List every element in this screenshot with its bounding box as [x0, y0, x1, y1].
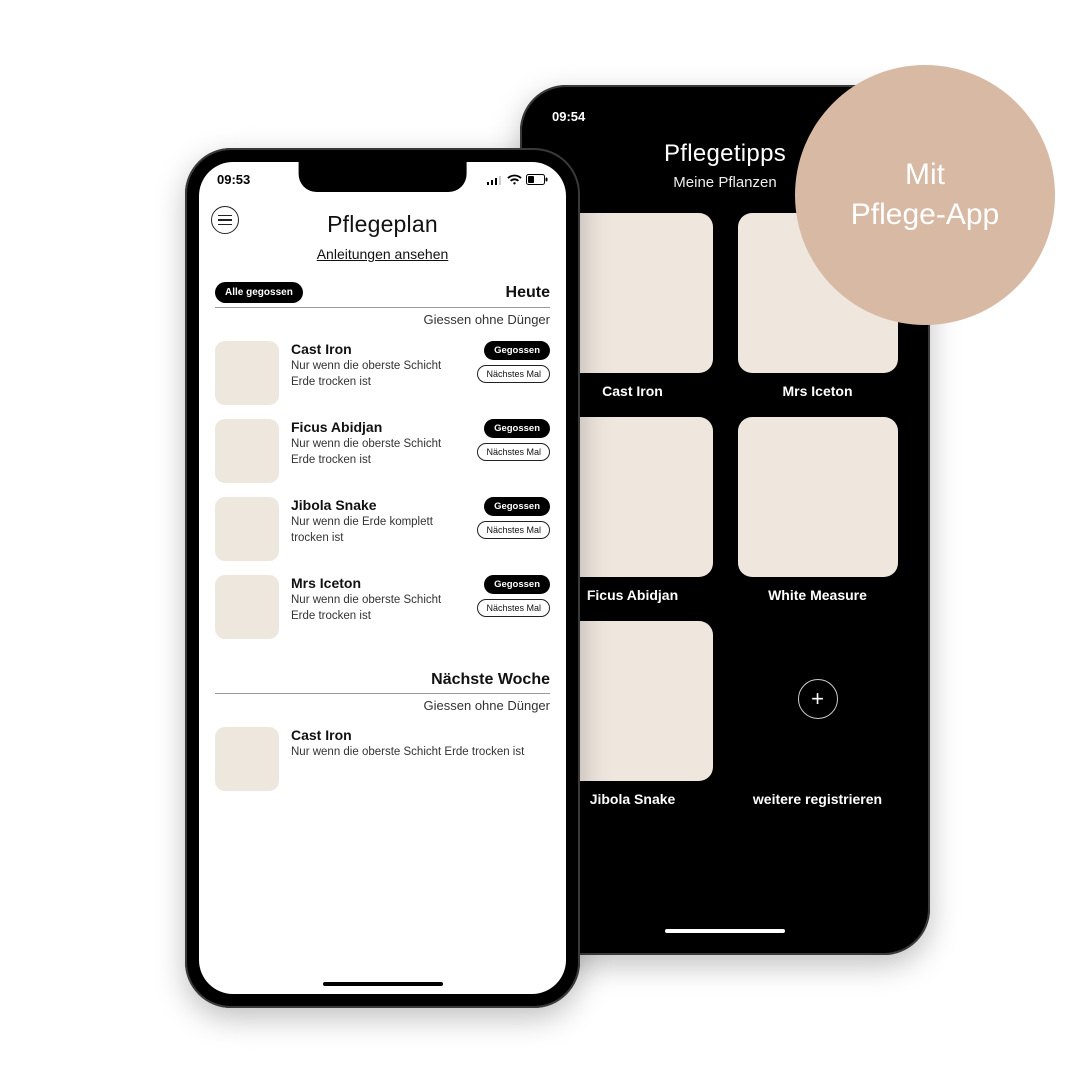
section-subtitle: Giessen ohne Dünger: [215, 698, 550, 713]
schedule-row: Jibola Snake Nur wenn die Erde komplett …: [215, 497, 550, 561]
plant-desc: Nur wenn die Erde komplett trocken ist: [291, 515, 465, 546]
plant-label: Jibola Snake: [590, 791, 676, 807]
plant-name: Cast Iron: [291, 727, 550, 743]
plant-label: Mrs Iceton: [782, 383, 852, 399]
promo-badge: Mit Pflege-App: [795, 65, 1055, 325]
plant-name: Ficus Abidjan: [291, 419, 465, 435]
plant-thumb[interactable]: [215, 727, 279, 791]
watered-button[interactable]: Gegossen: [484, 497, 550, 516]
plant-grid: Cast Iron Mrs Iceton Ficus Abidjan White…: [550, 213, 900, 807]
skip-button[interactable]: Nächstes Mal: [477, 365, 550, 383]
home-indicator[interactable]: [665, 929, 785, 933]
plant-label: Ficus Abidjan: [587, 587, 678, 603]
signal-icon: [487, 175, 503, 185]
section-next-head: Nächste Woche: [215, 671, 550, 689]
clock: 09:53: [217, 172, 250, 187]
menu-button[interactable]: [211, 206, 239, 234]
badge-line2: Pflege-App: [851, 198, 999, 231]
section-title: Nächste Woche: [431, 671, 550, 689]
plant-label: White Measure: [768, 587, 867, 603]
plant-tile[interactable]: White Measure: [735, 417, 900, 603]
page-title: Pflegeplan: [215, 211, 550, 238]
plant-thumb[interactable]: [215, 497, 279, 561]
plus-icon: +: [798, 679, 838, 719]
skip-button[interactable]: Nächstes Mal: [477, 521, 550, 539]
plant-thumb[interactable]: [215, 575, 279, 639]
divider: [215, 693, 550, 694]
plant-desc: Nur wenn die oberste Schicht Erde trocke…: [291, 359, 465, 390]
add-plant-tile[interactable]: + weitere registrieren: [735, 621, 900, 807]
plant-thumb[interactable]: [215, 419, 279, 483]
plant-name: Mrs Iceton: [291, 575, 465, 591]
status-icons: [487, 174, 548, 185]
add-plant-thumb: +: [738, 621, 898, 781]
plant-name: Jibola Snake: [291, 497, 465, 513]
section-subtitle: Giessen ohne Dünger: [215, 312, 550, 327]
watered-button[interactable]: Gegossen: [484, 575, 550, 594]
watered-button[interactable]: Gegossen: [484, 341, 550, 360]
skip-button[interactable]: Nächstes Mal: [477, 443, 550, 461]
clock: 09:54: [552, 109, 585, 124]
skip-button[interactable]: Nächstes Mal: [477, 599, 550, 617]
phone-schedule: 09:53 Pflegeplan Anleitungen ansehen All…: [185, 148, 580, 1008]
plant-name: Cast Iron: [291, 341, 465, 357]
plant-label: Cast Iron: [602, 383, 663, 399]
plant-thumb[interactable]: [215, 341, 279, 405]
schedule-row: Ficus Abidjan Nur wenn die oberste Schic…: [215, 419, 550, 483]
schedule-row: Cast Iron Nur wenn die oberste Schicht E…: [215, 727, 550, 791]
watered-all-chip[interactable]: Alle gegossen: [215, 282, 303, 303]
divider: [215, 307, 550, 308]
instructions-link[interactable]: Anleitungen ansehen: [215, 246, 550, 262]
wifi-icon: [507, 174, 522, 185]
add-plant-label: weitere registrieren: [753, 791, 882, 807]
plant-desc: Nur wenn die oberste Schicht Erde trocke…: [291, 437, 465, 468]
plant-desc: Nur wenn die oberste Schicht Erde trocke…: [291, 745, 550, 761]
notch: [298, 162, 467, 192]
watered-button[interactable]: Gegossen: [484, 419, 550, 438]
battery-icon: [526, 174, 548, 185]
schedule-row: Cast Iron Nur wenn die oberste Schicht E…: [215, 341, 550, 405]
schedule-row: Mrs Iceton Nur wenn die oberste Schicht …: [215, 575, 550, 639]
notch: [637, 99, 813, 129]
section-title: Heute: [506, 284, 550, 302]
plant-thumb: [738, 417, 898, 577]
badge-line1: Mit: [905, 158, 945, 191]
home-indicator[interactable]: [323, 982, 443, 986]
section-today-head: Alle gegossen Heute: [215, 282, 550, 303]
plant-desc: Nur wenn die oberste Schicht Erde trocke…: [291, 593, 465, 624]
